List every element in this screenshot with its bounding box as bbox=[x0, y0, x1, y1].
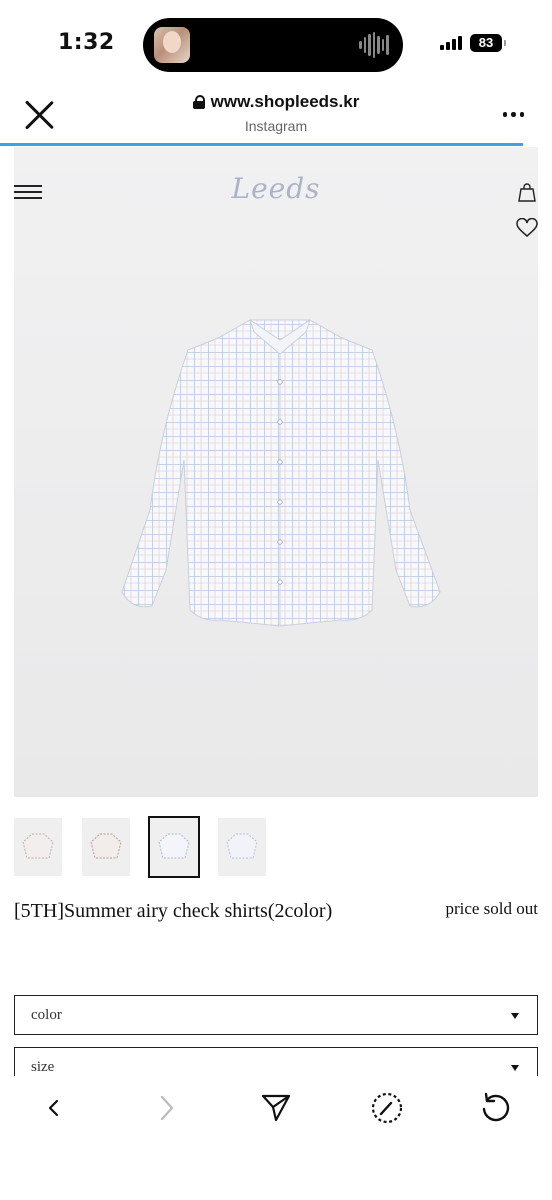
color-select[interactable]: color bbox=[14, 995, 538, 1035]
status-indicators: 83 bbox=[440, 34, 506, 52]
reload-icon[interactable] bbox=[474, 1086, 518, 1130]
thumbnail-3[interactable] bbox=[148, 816, 200, 878]
speed-dial-icon[interactable] bbox=[365, 1086, 409, 1130]
share-send-icon[interactable] bbox=[254, 1086, 298, 1130]
heart-icon[interactable] bbox=[516, 218, 538, 238]
browser-toolbar bbox=[0, 1076, 552, 1200]
thumbnail-1[interactable] bbox=[14, 818, 62, 876]
dynamic-island[interactable] bbox=[143, 18, 403, 72]
back-icon[interactable] bbox=[32, 1086, 76, 1130]
product-title: [5TH]Summer airy check shirts(2color) bbox=[14, 900, 333, 922]
dropdown-arrow-icon bbox=[511, 1065, 519, 1071]
url-display[interactable]: www.shopleeds.kr Instagram bbox=[0, 92, 552, 134]
more-options-icon[interactable] bbox=[502, 112, 524, 117]
color-select-label: color bbox=[31, 1007, 62, 1023]
shirt-thumbnail-icon bbox=[226, 833, 258, 859]
product-price: price sold out bbox=[445, 899, 538, 918]
status-time: 1:32 bbox=[58, 30, 115, 55]
shopping-bag-icon[interactable] bbox=[517, 182, 537, 202]
shirt-thumbnail-icon bbox=[90, 833, 122, 859]
in-app-browser-header: www.shopleeds.kr Instagram bbox=[0, 88, 552, 144]
shirt-thumbnail-icon bbox=[22, 833, 54, 859]
shirt-image bbox=[121, 318, 441, 627]
lock-icon bbox=[192, 95, 205, 109]
now-playing-artwork bbox=[154, 27, 190, 63]
forward-icon[interactable] bbox=[144, 1086, 188, 1130]
status-bar: 1:32 83 bbox=[0, 0, 552, 88]
size-select-label: size bbox=[31, 1059, 55, 1075]
shirt-thumbnail-icon bbox=[158, 833, 190, 859]
thumbnail-2[interactable] bbox=[82, 818, 130, 876]
site-logo[interactable]: Leeds bbox=[0, 172, 552, 205]
thumbnail-strip bbox=[14, 816, 266, 878]
battery-icon: 83 bbox=[470, 34, 506, 52]
page-load-progress-bar bbox=[0, 143, 523, 146]
cellular-signal-icon bbox=[440, 36, 462, 50]
url-source-label: Instagram bbox=[244, 118, 308, 134]
thumbnail-4[interactable] bbox=[218, 818, 266, 876]
dropdown-arrow-icon bbox=[511, 1013, 519, 1019]
audio-waveform-icon bbox=[359, 32, 390, 58]
url-text: www.shopleeds.kr bbox=[210, 92, 360, 111]
